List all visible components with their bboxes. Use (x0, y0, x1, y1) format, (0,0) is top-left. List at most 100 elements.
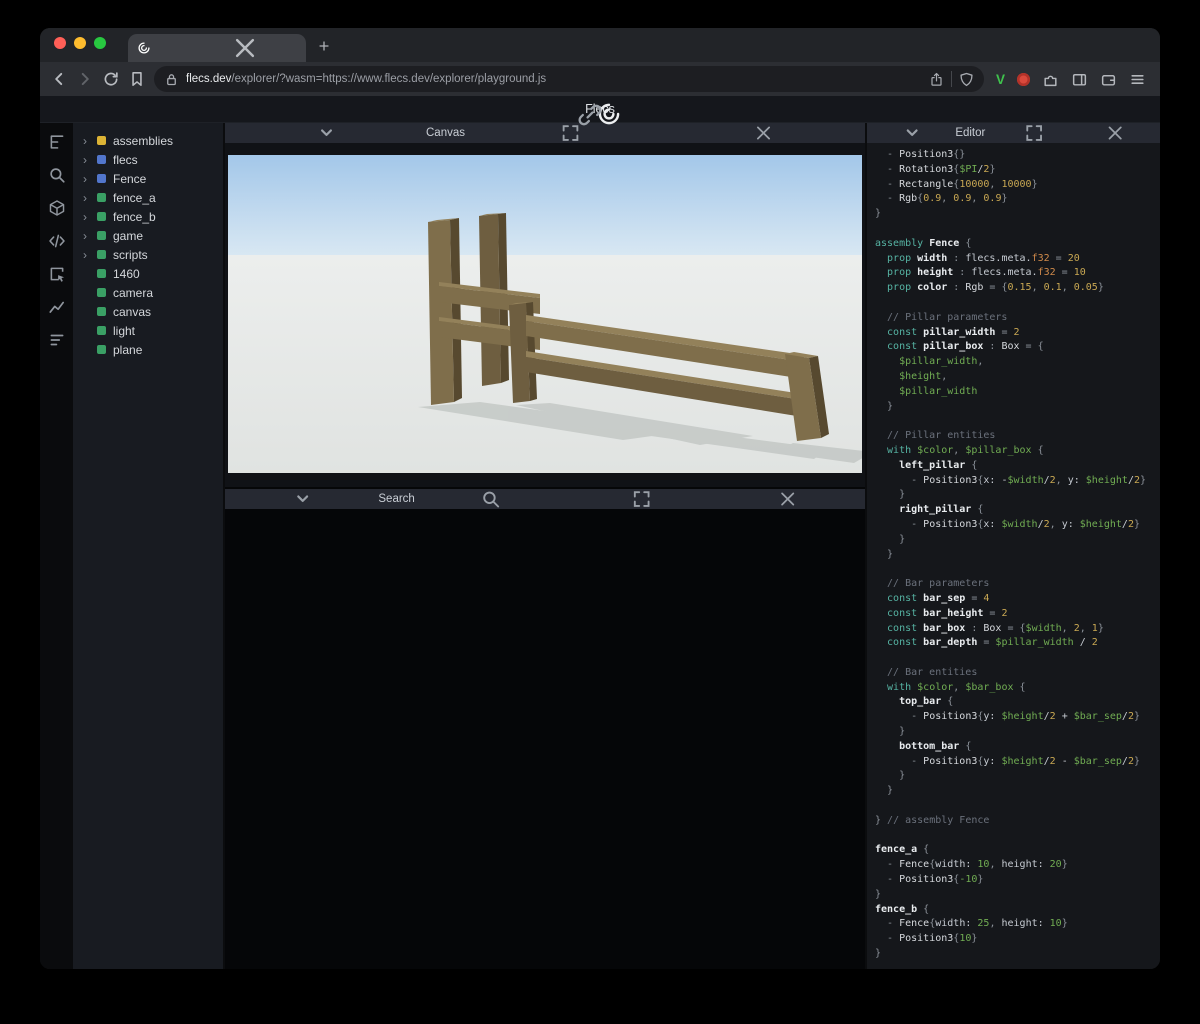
code-line: right_pillar { (875, 504, 984, 516)
expand-arrow-icon[interactable]: › (83, 135, 90, 147)
code-line: // Bar parameters (875, 578, 990, 590)
code-line: } (875, 489, 906, 501)
tree-item-flecs[interactable]: › flecs (73, 150, 223, 169)
code-line: - Rotation3{$PI/2} (875, 163, 996, 175)
inspector-icon[interactable] (48, 265, 66, 283)
tree-item-scripts[interactable]: › scripts (73, 245, 223, 264)
zoom-window-button[interactable] (94, 37, 106, 49)
reload-button[interactable] (102, 70, 120, 88)
url-text: flecs.dev/explorer/?wasm=https://www.fle… (186, 73, 922, 85)
tree-item-plane[interactable]: plane (73, 340, 223, 359)
chevron-down-icon[interactable] (233, 489, 372, 509)
code-line: const pillar_width = 2 (875, 326, 1020, 338)
browser-toolbar: flecs.dev/explorer/?wasm=https://www.fle… (40, 62, 1160, 96)
search-panel-header: Search (225, 489, 865, 509)
extensions-puzzle-icon[interactable] (1042, 71, 1059, 88)
entity-color-swatch (97, 174, 106, 183)
search-icon (421, 489, 560, 509)
tree-item-label: fence_b (113, 209, 156, 224)
plus-icon (317, 39, 331, 53)
tree-item-label: scripts (113, 247, 148, 262)
expand-arrow-icon[interactable]: › (83, 192, 90, 204)
entities-cube-icon[interactable] (48, 199, 66, 217)
code-line: - Position3{10} (875, 933, 978, 945)
address-bar[interactable]: flecs.dev/explorer/?wasm=https://www.fle… (154, 66, 984, 92)
code-line: fence_a { (875, 844, 930, 856)
red-extension-icon[interactable] (1017, 72, 1030, 86)
flecs-explorer-page: Flecs › assemblies › flecs › Fence › fence_a › fe… (40, 96, 1160, 969)
tree-item-label: 1460 (113, 266, 140, 281)
tree-item-light[interactable]: light (73, 321, 223, 340)
forward-button[interactable] (76, 70, 94, 88)
stats-chart-icon[interactable] (48, 298, 66, 316)
tree-item-canvas[interactable]: canvas (73, 302, 223, 321)
new-tab-button[interactable] (312, 34, 336, 58)
search-panel: Search (225, 489, 865, 969)
code-line: } (875, 770, 906, 782)
minimize-window-button[interactable] (74, 37, 86, 49)
back-button[interactable] (50, 70, 68, 88)
side-panel-icon[interactable] (1071, 71, 1088, 88)
tree-item-1460[interactable]: 1460 (73, 264, 223, 283)
bookmark-icon[interactable] (128, 70, 146, 88)
tree-item-game[interactable]: › game (73, 226, 223, 245)
code-line: } (875, 888, 882, 900)
entity-color-swatch (97, 326, 106, 335)
brave-shield-icon[interactable] (959, 72, 974, 87)
close-panel-icon[interactable] (718, 489, 857, 509)
code-line: - Fence{width: 25, height: 10} (875, 918, 1068, 930)
search-icon[interactable] (48, 166, 66, 184)
wallet-icon[interactable] (1100, 71, 1117, 88)
browser-window: Flecs flecs.dev/explorer/?wasm=https://w… (40, 28, 1160, 969)
expand-arrow-icon[interactable]: › (83, 211, 90, 223)
tree-item-fence_b[interactable]: › fence_b (73, 207, 223, 226)
code-line: left_pillar { (875, 459, 978, 471)
expand-arrow-icon[interactable]: › (83, 249, 90, 261)
close-tab-icon[interactable] (165, 34, 325, 62)
code-line: // Pillar parameters (875, 311, 1008, 323)
tree-item-label: Fence (113, 171, 147, 186)
entity-color-swatch (97, 231, 106, 240)
fence-scene (228, 155, 862, 473)
tree-item-label: fence_a (113, 190, 156, 205)
3d-viewport[interactable] (228, 155, 862, 473)
code-line: - Position3{x: $width/2, y: $height/2} (875, 518, 1140, 530)
entity-color-swatch (97, 345, 106, 354)
expand-arrow-icon[interactable]: › (83, 230, 90, 242)
code-line: $pillar_width (875, 385, 978, 397)
tab-flecs[interactable]: Flecs (128, 34, 306, 62)
tree-item-camera[interactable]: camera (73, 283, 223, 302)
code-line: } (875, 948, 882, 960)
share-icon[interactable] (929, 72, 944, 87)
code-line: $pillar_width, (875, 356, 984, 368)
code-line: fence_b { (875, 903, 930, 915)
code-icon[interactable] (48, 232, 66, 250)
expand-panel-icon[interactable] (572, 489, 711, 509)
code-line: } (875, 533, 906, 545)
code-line: assembly Fence { (875, 237, 972, 249)
expand-arrow-icon[interactable]: › (83, 154, 90, 166)
expand-arrow-icon[interactable]: › (83, 173, 90, 185)
code-line: } (875, 785, 894, 797)
code-line: } // assembly Fence (875, 814, 990, 826)
code-line: } (875, 400, 894, 412)
tree-item-fence_a[interactable]: › fence_a (73, 188, 223, 207)
editor-code[interactable]: - Position3{} - Rotation3{$PI/2} - Recta… (867, 143, 1160, 969)
menu-icon[interactable] (1129, 71, 1146, 88)
code-line: top_bar { (875, 696, 954, 708)
tree-item-assemblies[interactable]: › assemblies (73, 131, 223, 150)
log-rows-icon[interactable] (48, 331, 66, 349)
tree-item-Fence[interactable]: › Fence (73, 169, 223, 188)
code-line: - Rgb{0.9, 0.9, 0.9} (875, 193, 1008, 205)
entity-tree-icon[interactable] (48, 133, 66, 151)
window-controls (54, 28, 106, 62)
code-line: // Pillar entities (875, 430, 996, 442)
tab-bar: Flecs (40, 28, 1160, 62)
share-link-icon[interactable] (40, 102, 1150, 128)
center-column: Canvas Search (225, 123, 865, 969)
vpn-extension-icon[interactable]: V (996, 72, 1005, 87)
close-window-button[interactable] (54, 37, 66, 49)
code-line: prop color : Rgb = {0.15, 0.1, 0.05} (875, 282, 1104, 294)
